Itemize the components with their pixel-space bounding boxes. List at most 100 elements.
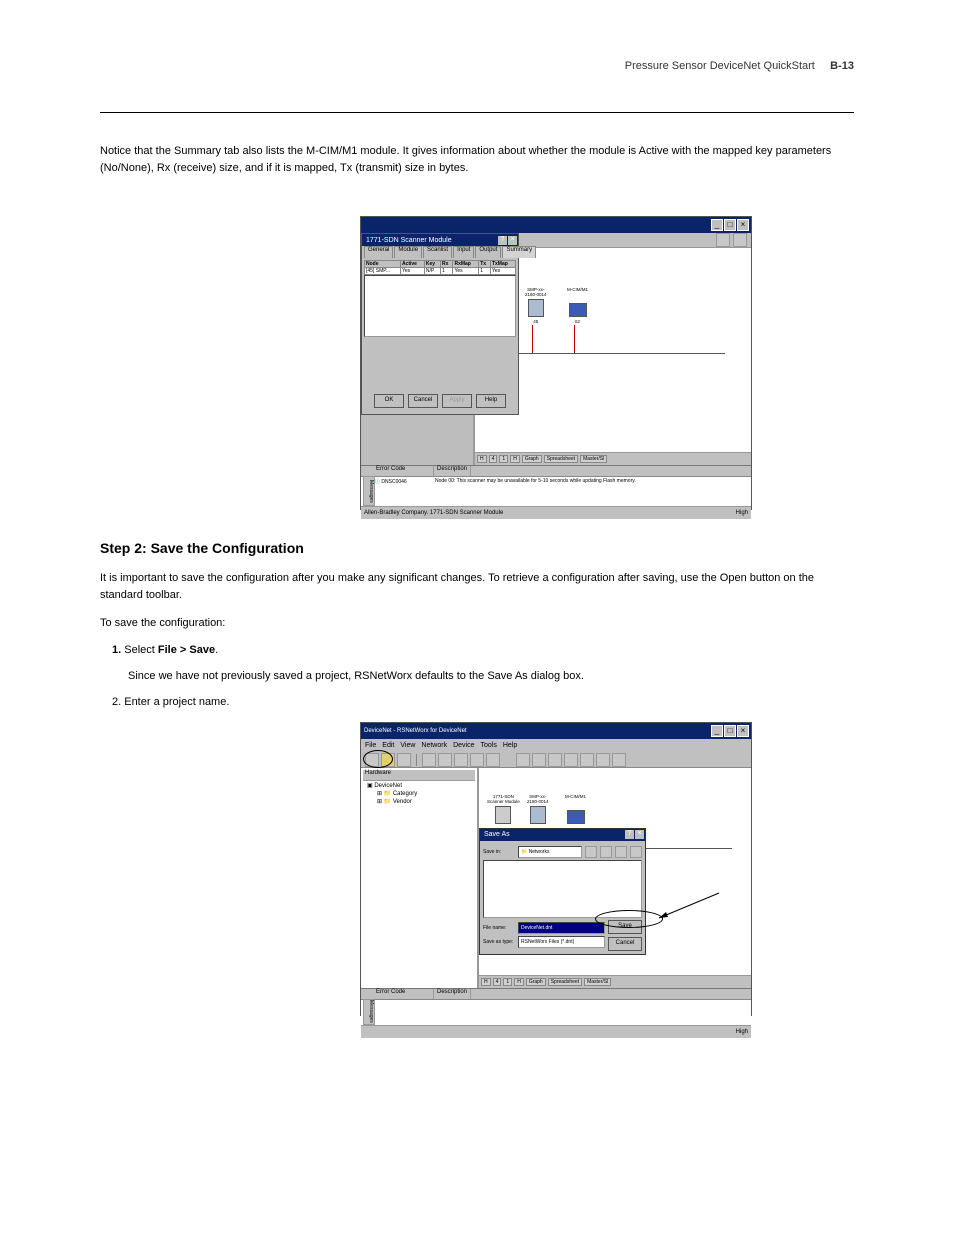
savein-newfolder-button[interactable] [600,846,612,858]
tab-summary[interactable]: Summary [502,246,536,258]
menu-tools[interactable]: Tools [480,742,496,749]
col-key: Key [424,261,440,268]
cancel-button[interactable]: Cancel [408,394,438,408]
toolbar-copy[interactable] [454,753,468,767]
app-titlebar-2: DeviceNet - RSNetWorx for DeviceNet _ □ … [361,723,751,739]
node-smp[interactable]: SMP-xx- 2180-0014 45 [525,287,547,324]
page-header: Pressure Sensor DeviceNet QuickStart B-1… [100,60,854,72]
canvas-tab-nav2[interactable]: 4 [489,455,498,463]
savein-field[interactable]: 📁 Networks [518,846,582,858]
minimize-button[interactable]: _ [711,725,723,737]
canvas-tab-nav2[interactable]: 4 [493,978,502,986]
node-scanner[interactable]: 1771-SDN Scanner Module [487,794,520,826]
tab-general[interactable]: General [364,246,393,258]
tree-vendor[interactable]: ⊞ 📁 Vendor [363,798,475,805]
toolbar-save[interactable] [397,753,411,767]
menu-view[interactable]: View [400,742,415,749]
intro-text: Notice that the Summary tab also lists t… [100,143,854,176]
step2-note: Since we have not previously saved a pro… [128,670,854,682]
tab-output[interactable]: Output [475,246,501,258]
save-help-button[interactable]: ? [625,830,634,839]
savein-detail-button[interactable] [630,846,642,858]
msg-col-code-2: Error Code [373,989,434,999]
toolbar-net-6[interactable] [596,753,610,767]
canvas-tab-nav1[interactable]: H [477,455,487,463]
messages-tab-2[interactable]: Messages [363,999,375,1025]
save-button[interactable]: Save [608,920,642,934]
menu-file[interactable]: File [365,742,376,749]
menu-edit[interactable]: Edit [382,742,394,749]
toolbar-paste[interactable] [470,753,484,767]
menu-help[interactable]: Help [503,742,517,749]
tree-root[interactable]: ▣ DeviceNet [363,782,475,789]
toolbar-print[interactable] [422,753,436,767]
msg-desc: Node 00: This scanner may be unavailable… [435,478,636,485]
savein-list-button[interactable] [615,846,627,858]
canvas-tab-nav4[interactable]: H [514,978,524,986]
canvas-tool-2[interactable] [733,233,747,247]
toolbar-help[interactable] [486,753,500,767]
canvas-tab-graph[interactable]: Graph [526,978,546,986]
dialog-close-button[interactable]: × [508,236,517,245]
messages-tab[interactable]: Messages [363,476,375,506]
tab-module[interactable]: Module [394,246,422,258]
menu-device[interactable]: Device [453,742,474,749]
device-icon [567,810,585,824]
canvas-tab-nav3[interactable]: 1 [503,978,512,986]
canvas-tab-graph[interactable]: Graph [522,455,542,463]
menu-network[interactable]: Network [421,742,447,749]
canvas-tab-nav4[interactable]: H [510,455,520,463]
ok-button[interactable]: OK [374,394,404,408]
file-list[interactable] [483,860,642,918]
summary-blank-area [364,275,516,337]
dialog-help-button[interactable]: ? [498,236,507,245]
canvas-tab-nav1[interactable]: H [481,978,491,986]
canvas-tab-spreadsheet[interactable]: Spreadsheet [544,455,578,463]
maximize-button[interactable]: □ [724,725,736,737]
tab-scanlist[interactable]: Scanlist [423,246,452,258]
minimize-button[interactable]: _ [711,219,723,231]
canvas-tab-spreadsheet[interactable]: Spreadsheet [548,978,582,986]
toolbar-net-3[interactable] [548,753,562,767]
canvas-tab-masterslave[interactable]: Master/Sl [584,978,611,986]
toolbar-cut[interactable] [438,753,452,767]
save-cancel-button[interactable]: Cancel [608,937,642,951]
cell-rxmap: Yes [453,268,479,275]
toolbar-net-2[interactable] [532,753,546,767]
col-tx: Tx [479,261,491,268]
intro-section: Notice that the Summary tab also lists t… [100,143,854,176]
chapter-label: Pressure Sensor DeviceNet QuickStart [625,60,815,72]
maximize-button[interactable]: □ [724,219,736,231]
node-mcim-2[interactable]: M-CIM/M1 [565,794,586,826]
dialog-titlebar: 1771-SDN Scanner Module ? × [362,234,518,246]
toolbar [361,753,751,768]
node-mcim[interactable]: M-CIM/M1 62 [567,287,588,324]
tree-category[interactable]: ⊞ 📁 Category [363,790,475,797]
canvas-tab-nav3[interactable]: 1 [499,455,508,463]
tab-input[interactable]: Input [453,246,474,258]
close-button[interactable]: × [737,725,749,737]
canvas-tab-masterslave[interactable]: Master/Sl [580,455,607,463]
status-bar-2: High [361,1025,751,1038]
tree-header: Hardware [363,770,475,781]
help-button[interactable]: Help [476,394,506,408]
status-left: Allen-Bradley Company. 1771-SDN Scanner … [364,510,503,516]
savein-up-button[interactable] [585,846,597,858]
toolbar-net-5[interactable] [580,753,594,767]
save-close-button[interactable]: × [635,830,644,839]
cell-active: Yes [400,268,424,275]
col-rx: Rx [441,261,453,268]
close-button[interactable]: × [737,219,749,231]
filename-field[interactable]: DeviceNet.dnt [518,922,605,934]
toolbar-net-4[interactable] [564,753,578,767]
status-bar: Allen-Bradley Company. 1771-SDN Scanner … [361,506,751,519]
canvas-tool-1[interactable] [716,233,730,247]
node-smp-2[interactable]: SMP-xx- 2180-0014 [527,794,549,826]
toolbar-net-7[interactable] [612,753,626,767]
apply-button[interactable]: Apply [442,394,472,408]
message-pane-2: Messages Error Code Description [361,988,751,1025]
toolbar-net-1[interactable] [516,753,530,767]
type-field[interactable]: RSNetWorx Files (*.dnt) [518,936,605,948]
msg-col-desc: Description [434,466,471,476]
device-icon [528,299,544,317]
